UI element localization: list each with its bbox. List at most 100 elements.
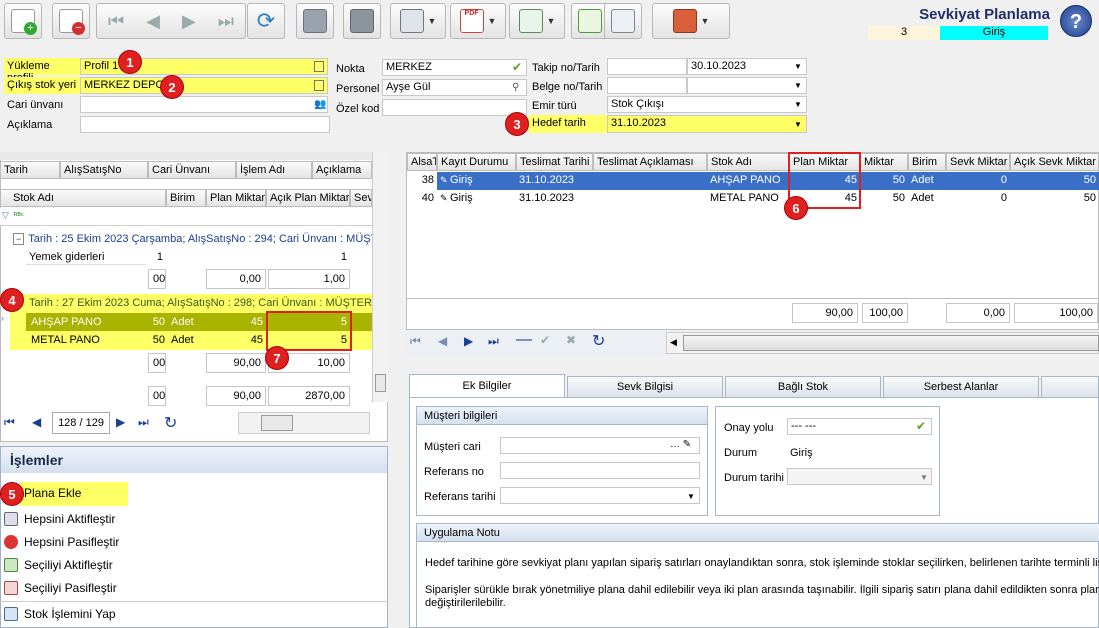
person-search-icon[interactable]: ⚲ bbox=[512, 82, 519, 93]
rcol-tarih[interactable]: Teslimat Tarihi bbox=[516, 153, 593, 171]
chevron-down-icon[interactable]: ▼ bbox=[794, 81, 802, 90]
tab-extra[interactable] bbox=[1041, 376, 1099, 398]
col-group-cari[interactable]: Cari Ünvanı bbox=[148, 161, 236, 179]
durum-tarihi-field[interactable] bbox=[787, 468, 932, 485]
vertical-scrollbar[interactable] bbox=[372, 152, 388, 402]
delete-button[interactable]: − bbox=[52, 3, 90, 39]
cikis-stok-yeri-field[interactable]: MERKEZ DEPO bbox=[80, 77, 328, 94]
print-button[interactable]: ▼ bbox=[390, 3, 446, 39]
referans-tarihi-field[interactable] bbox=[500, 487, 700, 504]
exit-button[interactable]: ▼ bbox=[652, 3, 730, 39]
last-record-icon[interactable]: ⏭ bbox=[218, 11, 234, 32]
first-record-icon[interactable]: ⏮ bbox=[108, 11, 124, 32]
takip-no-field[interactable] bbox=[607, 58, 687, 75]
lookup-icon[interactable] bbox=[314, 61, 324, 72]
chevron-down-icon[interactable]: ▼ bbox=[794, 62, 802, 71]
next-page-icon[interactable]: ▶ bbox=[464, 334, 473, 348]
ozel-kod-field[interactable] bbox=[382, 99, 527, 116]
people-icon[interactable]: 👥 bbox=[314, 99, 326, 110]
last-page-icon[interactable]: ⏭ bbox=[488, 334, 499, 349]
rsum-sevk: 0,00 bbox=[946, 303, 1010, 323]
hepsini-pasiflestir-action[interactable]: Hepsini Pasifleştir bbox=[4, 535, 119, 549]
divider bbox=[0, 601, 388, 602]
first-page-icon[interactable]: ⏮ bbox=[410, 334, 421, 349]
filter-row[interactable]: ▽ ᴿᴮᶜ bbox=[0, 208, 372, 226]
help-button[interactable]: ? bbox=[1060, 5, 1092, 37]
col-sevk[interactable]: Sev bbox=[350, 189, 372, 207]
annotation-badge-4: 4 bbox=[0, 288, 24, 312]
hedef-tarih-field[interactable]: 31.10.2023 bbox=[607, 115, 807, 133]
takip-tarih-field[interactable]: 30.10.2023 bbox=[687, 58, 807, 75]
save-close-button[interactable] bbox=[343, 3, 381, 39]
seciliyi-pasiflestir-action[interactable]: Seçiliyi Pasifleştir bbox=[4, 581, 117, 595]
cari-unvani-field[interactable] bbox=[80, 96, 328, 113]
yukleme-profili-label: Yükleme profili bbox=[4, 58, 80, 84]
annotation-box-7 bbox=[266, 311, 352, 351]
minus-icon[interactable]: — bbox=[516, 331, 532, 349]
pdf-button[interactable]: PDF ▼ bbox=[450, 3, 506, 39]
refresh-icon[interactable]: ↻ bbox=[592, 331, 605, 351]
check-icon[interactable]: ✔ bbox=[540, 333, 550, 347]
prev-record-icon[interactable]: ◀ bbox=[146, 11, 160, 32]
rcol-aciklama[interactable]: Teslimat Açıklaması bbox=[593, 153, 707, 171]
lookup-icon[interactable] bbox=[314, 80, 324, 91]
rcol-miktar[interactable]: Miktar bbox=[860, 153, 908, 171]
nokta-field[interactable]: MERKEZ bbox=[382, 59, 527, 76]
rcol-birim[interactable]: Birim bbox=[908, 153, 946, 171]
export-button[interactable]: ▼ bbox=[509, 3, 565, 39]
referans-no-field[interactable] bbox=[500, 462, 700, 479]
chevron-down-icon[interactable]: ▼ bbox=[687, 492, 695, 501]
chevron-down-icon[interactable]: ▼ bbox=[920, 473, 928, 482]
tab-bagli-stok[interactable]: Bağlı Stok bbox=[725, 376, 881, 398]
col-group-islem[interactable]: İşlem Adı bbox=[236, 161, 312, 179]
rcol-alsat[interactable]: AlsaT bbox=[407, 153, 437, 171]
rcol-durum[interactable]: Kayıt Durumu bbox=[437, 153, 516, 171]
right-hscrollbar[interactable]: ◀ bbox=[666, 332, 1099, 354]
refresh-icon[interactable]: ↻ bbox=[164, 413, 177, 433]
hepsini-aktiflestir-action[interactable]: Hepsini Aktifleştir bbox=[4, 512, 115, 526]
col-acik-plan[interactable]: Açık Plan Miktar bbox=[266, 189, 350, 207]
chevron-down-icon[interactable]: ▼ bbox=[794, 120, 802, 129]
new-button[interactable]: + bbox=[4, 3, 42, 39]
emir-turu-select[interactable]: Stok Çıkışı bbox=[607, 96, 807, 113]
tab-sevk-bilgisi[interactable]: Sevk Bilgisi bbox=[567, 376, 723, 398]
next-page-icon[interactable]: ▶ bbox=[116, 415, 125, 429]
personel-field[interactable]: Ayşe Gül bbox=[382, 79, 527, 96]
save-button[interactable] bbox=[296, 3, 334, 39]
col-plan-miktar[interactable]: Plan Miktar bbox=[206, 189, 266, 207]
rcol-stok[interactable]: Stok Adı bbox=[707, 153, 789, 171]
tools-button[interactable] bbox=[604, 3, 642, 39]
cancel-icon[interactable]: ✖ bbox=[566, 333, 576, 347]
plana-ekle-action[interactable]: Plana Ekle bbox=[24, 486, 81, 500]
tab-ek-bilgiler[interactable]: Ek Bilgiler bbox=[409, 374, 565, 398]
edit-lookup-icon[interactable]: … ✎ bbox=[670, 439, 691, 450]
rcol-sevk[interactable]: Sevk Miktar bbox=[946, 153, 1010, 171]
col-group-tarih[interactable]: Tarih bbox=[0, 161, 60, 179]
group-row-1[interactable]: − Tarih : 25 Ekim 2023 Çarşamba; AlışSatı… bbox=[10, 232, 372, 248]
next-record-icon[interactable]: ▶ bbox=[182, 11, 196, 32]
tab-serbest-alanlar[interactable]: Serbest Alanlar bbox=[883, 376, 1039, 398]
rcol-acik[interactable]: Açık Sevk Miktar bbox=[1010, 153, 1099, 171]
prev-page-icon[interactable]: ◀ bbox=[32, 415, 41, 429]
belge-tarih-field[interactable] bbox=[687, 77, 807, 94]
seciliyi-aktiflestir-action[interactable]: Seçiliyi Aktifleştir bbox=[4, 558, 113, 572]
prev-page-icon[interactable]: ◀ bbox=[438, 334, 447, 348]
col-birim[interactable]: Birim bbox=[166, 189, 206, 207]
chevron-down-icon[interactable]: ▼ bbox=[794, 100, 802, 109]
takip-label: Takip no/Tarih bbox=[532, 62, 600, 74]
horizontal-scrollbar[interactable] bbox=[238, 412, 370, 434]
annotation-badge-2: 2 bbox=[160, 75, 184, 99]
col-group-alissatisno[interactable]: AlışSatışNo bbox=[60, 161, 148, 179]
note-title: Uygulama Notu bbox=[417, 524, 1099, 542]
stok-islemi-action[interactable]: Stok İşlemini Yap bbox=[4, 607, 116, 621]
islemler-title: İşlemler bbox=[1, 447, 387, 473]
aciklama-field[interactable] bbox=[80, 116, 330, 133]
group-row-2[interactable]: Tarih : 27 Ekim 2023 Cuma; AlışSatışNo :… bbox=[26, 296, 372, 310]
refresh-button[interactable]: ⟳ bbox=[247, 3, 285, 39]
col-stok-adi[interactable]: Stok Adı bbox=[0, 189, 166, 207]
first-page-icon[interactable]: ⏮ bbox=[4, 415, 15, 430]
col-group-aciklama[interactable]: Açıklama bbox=[312, 161, 372, 179]
belge-no-field[interactable] bbox=[607, 77, 687, 94]
last-page-icon[interactable]: ⏭ bbox=[138, 415, 149, 430]
onay-yolu-field[interactable]: --- --- bbox=[787, 418, 932, 435]
